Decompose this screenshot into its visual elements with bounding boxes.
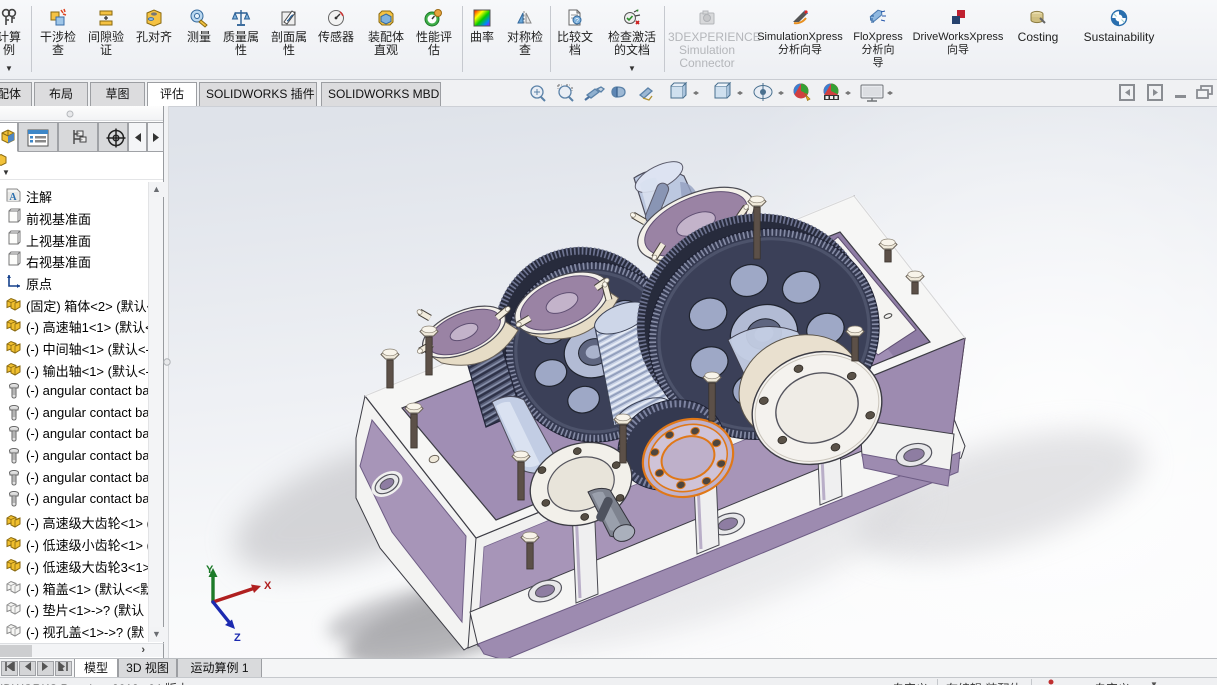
svg-text:X: X xyxy=(264,580,272,592)
svg-text:A: A xyxy=(9,192,17,203)
svg-text:?: ? xyxy=(575,18,579,25)
svg-text:Y: Y xyxy=(206,564,214,576)
svg-text:Z: Z xyxy=(234,632,241,644)
